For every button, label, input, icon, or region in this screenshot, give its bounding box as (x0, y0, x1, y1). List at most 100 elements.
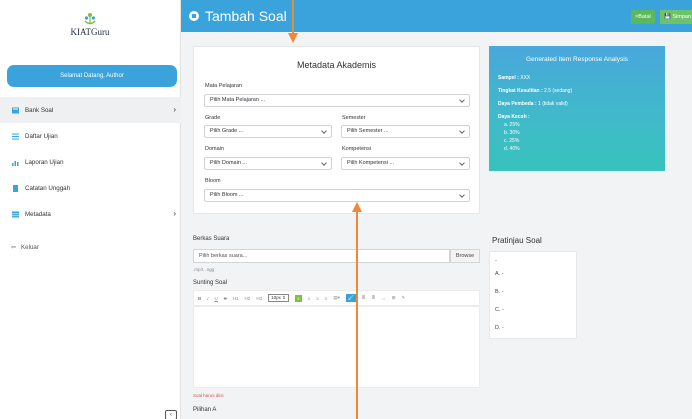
question-icon (189, 11, 199, 21)
bullet-list-button[interactable]: ≣ (362, 295, 366, 301)
chevron-down-icon (459, 192, 465, 198)
analysis-title: Generated Item Response Analysis (526, 56, 628, 63)
sidebar-item-label: Daftar Ujian (25, 132, 58, 140)
font-size-select[interactable]: 10px ⇕ (268, 294, 289, 302)
annotation-arrow-top (292, 0, 294, 34)
kompetensi-label: Kompetensi (342, 146, 372, 152)
bold-button[interactable]: B (198, 296, 201, 301)
browse-button[interactable]: Browse (450, 249, 480, 263)
sidebar-item-bank-soal[interactable]: Bank Soal › (0, 97, 181, 123)
sampel-row: Sampel : XXX (498, 75, 530, 81)
file-icon (11, 184, 19, 192)
mata-pelajaran-value: Pilih Mata Pelajaran ... (210, 97, 266, 103)
kecoh-row: Daya Kecoh : (498, 114, 530, 120)
page-title: Tambah Soal (205, 8, 287, 24)
audio-file-input[interactable]: Pilih berkas suara... (193, 249, 450, 263)
welcome-banner: Selamat Datang, Author (7, 65, 177, 87)
align-right-button[interactable]: ≡ (316, 296, 319, 301)
item-response-analysis-card: Generated Item Response Analysis Sampel … (489, 46, 665, 171)
semester-label: Semester (342, 115, 366, 121)
mata-pelajaran-select[interactable]: Pilih Mata Pelajaran ... (204, 94, 470, 107)
sidebar-item-metadata[interactable]: Metadata › (0, 201, 181, 227)
highlight-button[interactable]: 🖌 (345, 294, 356, 302)
domain-label: Domain (205, 146, 224, 152)
table-icon (11, 210, 19, 218)
pembeda-label: Daya Pembeda : (498, 101, 537, 107)
kesulitan-row: Tingkat Kesulitan : 2.5 (sedang) (498, 88, 572, 94)
horizontal-rule-button[interactable]: ⇔ (381, 296, 386, 301)
preview-question: - (495, 258, 497, 264)
collapse-sidebar-button[interactable]: ‹ (165, 410, 177, 419)
book-icon (11, 106, 19, 114)
editor-toolbar: B I U S H1 H2 H3 10px ⇕ ≡ ≡ ≡ ≡ ▤▾ 🖌 ≣ ≣… (193, 290, 480, 306)
list-icon (11, 132, 19, 140)
paragraph-dropdown[interactable]: ▤▾ (333, 295, 340, 301)
sidebar-item-daftar-ujian[interactable]: Daftar Ujian (0, 123, 181, 149)
heading1-button[interactable]: H1 (233, 296, 239, 301)
metadata-card: Metadata Akademis Mata Pelajaran Pilih M… (193, 46, 480, 214)
kiatguru-logo-icon (84, 13, 96, 25)
semester-value: Pilih Semester ... (347, 128, 389, 134)
strikethrough-button[interactable]: S (224, 296, 227, 301)
italic-button[interactable]: I (207, 296, 208, 301)
grade-select[interactable]: Pilih Grade ... (204, 125, 332, 138)
chevron-down-icon (321, 128, 327, 134)
sidebar-item-label: Catatan Unggah (25, 184, 71, 192)
chevron-right-icon: › (173, 209, 176, 218)
pilihan-a-label: Pilihan A (193, 407, 217, 413)
annotation-arrow-bottom (356, 210, 358, 419)
arrow-up-icon (352, 202, 362, 212)
formula-button[interactable]: ✎ (402, 295, 406, 301)
sidebar-nav: Bank Soal › Daftar Ujian Laporan Ujian C… (0, 97, 181, 227)
audio-format-hint: .mp3, .ogg (193, 267, 215, 272)
logout-icon: ⇦ (11, 245, 17, 251)
kecoh-option: c. 25% (504, 138, 520, 144)
kesulitan-value: 2.5 (sedang) (544, 88, 573, 94)
heading3-button[interactable]: H3 (256, 296, 262, 301)
logo-text: KIATGuru (70, 27, 110, 37)
grade-value: Pilih Grade ... (210, 128, 244, 134)
preview-title: Pratinjau Soal (492, 236, 542, 245)
underline-button[interactable]: U (215, 296, 218, 301)
grade-label: Grade (205, 115, 221, 121)
logo: KIATGuru (60, 12, 120, 37)
sidebar: KIATGuru Selamat Datang, Author Bank Soa… (0, 0, 181, 419)
bloom-value: Pilih Bloom ... (210, 192, 244, 198)
sidebar-item-label: Bank Soal (25, 106, 54, 114)
semester-select[interactable]: Pilih Semester ... (341, 125, 470, 138)
logout-label: Keluar (21, 244, 39, 251)
sampel-value: XXX (520, 75, 531, 81)
chevron-down-icon (459, 97, 465, 103)
sunting-soal-label: Sunting Soal (193, 280, 228, 286)
kompetensi-value: Pilih Kompetensi ... (347, 160, 395, 166)
chevron-down-icon (459, 160, 465, 166)
app-root: KIATGuru Selamat Datang, Author Bank Soa… (0, 0, 692, 419)
align-left-button[interactable]: ≡ (294, 294, 302, 302)
save-button[interactable]: 💾 Simpan (660, 10, 692, 24)
sampel-label: Sampel : (498, 75, 519, 81)
kesulitan-label: Tingkat Kesulitan : (498, 88, 543, 94)
heading2-button[interactable]: H2 (245, 296, 251, 301)
chart-icon (11, 158, 19, 166)
numbered-list-button[interactable]: ≣ (371, 295, 375, 301)
audio-file-placeholder: Pilih berkas suara... (199, 253, 248, 259)
cancel-button[interactable]: ×Batal (631, 10, 655, 24)
bloom-select[interactable]: Pilih Bloom ... (204, 189, 470, 202)
domain-select[interactable]: Pilih Domain ... (204, 157, 332, 170)
arrow-down-icon (288, 33, 298, 43)
kecoh-option: d. 40% (504, 146, 520, 152)
question-editor[interactable] (193, 306, 480, 388)
kecoh-label: Daya Kecoh : (498, 114, 530, 120)
sidebar-item-label: Laporan Ujian (25, 158, 64, 166)
chevron-down-icon (459, 128, 465, 134)
table-button[interactable]: ⊞ (392, 295, 396, 301)
align-justify-button[interactable]: ≡ (325, 296, 328, 301)
sidebar-item-laporan-ujian[interactable]: Laporan Ujian (0, 149, 181, 175)
sidebar-item-catatan-unggah[interactable]: Catatan Unggah (0, 175, 181, 201)
kompetensi-select[interactable]: Pilih Kompetensi ... (341, 157, 470, 170)
kecoh-option: b. 30% (504, 130, 520, 136)
logout-link[interactable]: ⇦ Keluar (11, 244, 39, 251)
domain-value: Pilih Domain ... (210, 160, 247, 166)
preview-option: B. - (495, 289, 504, 295)
align-center-button[interactable]: ≡ (308, 296, 311, 301)
